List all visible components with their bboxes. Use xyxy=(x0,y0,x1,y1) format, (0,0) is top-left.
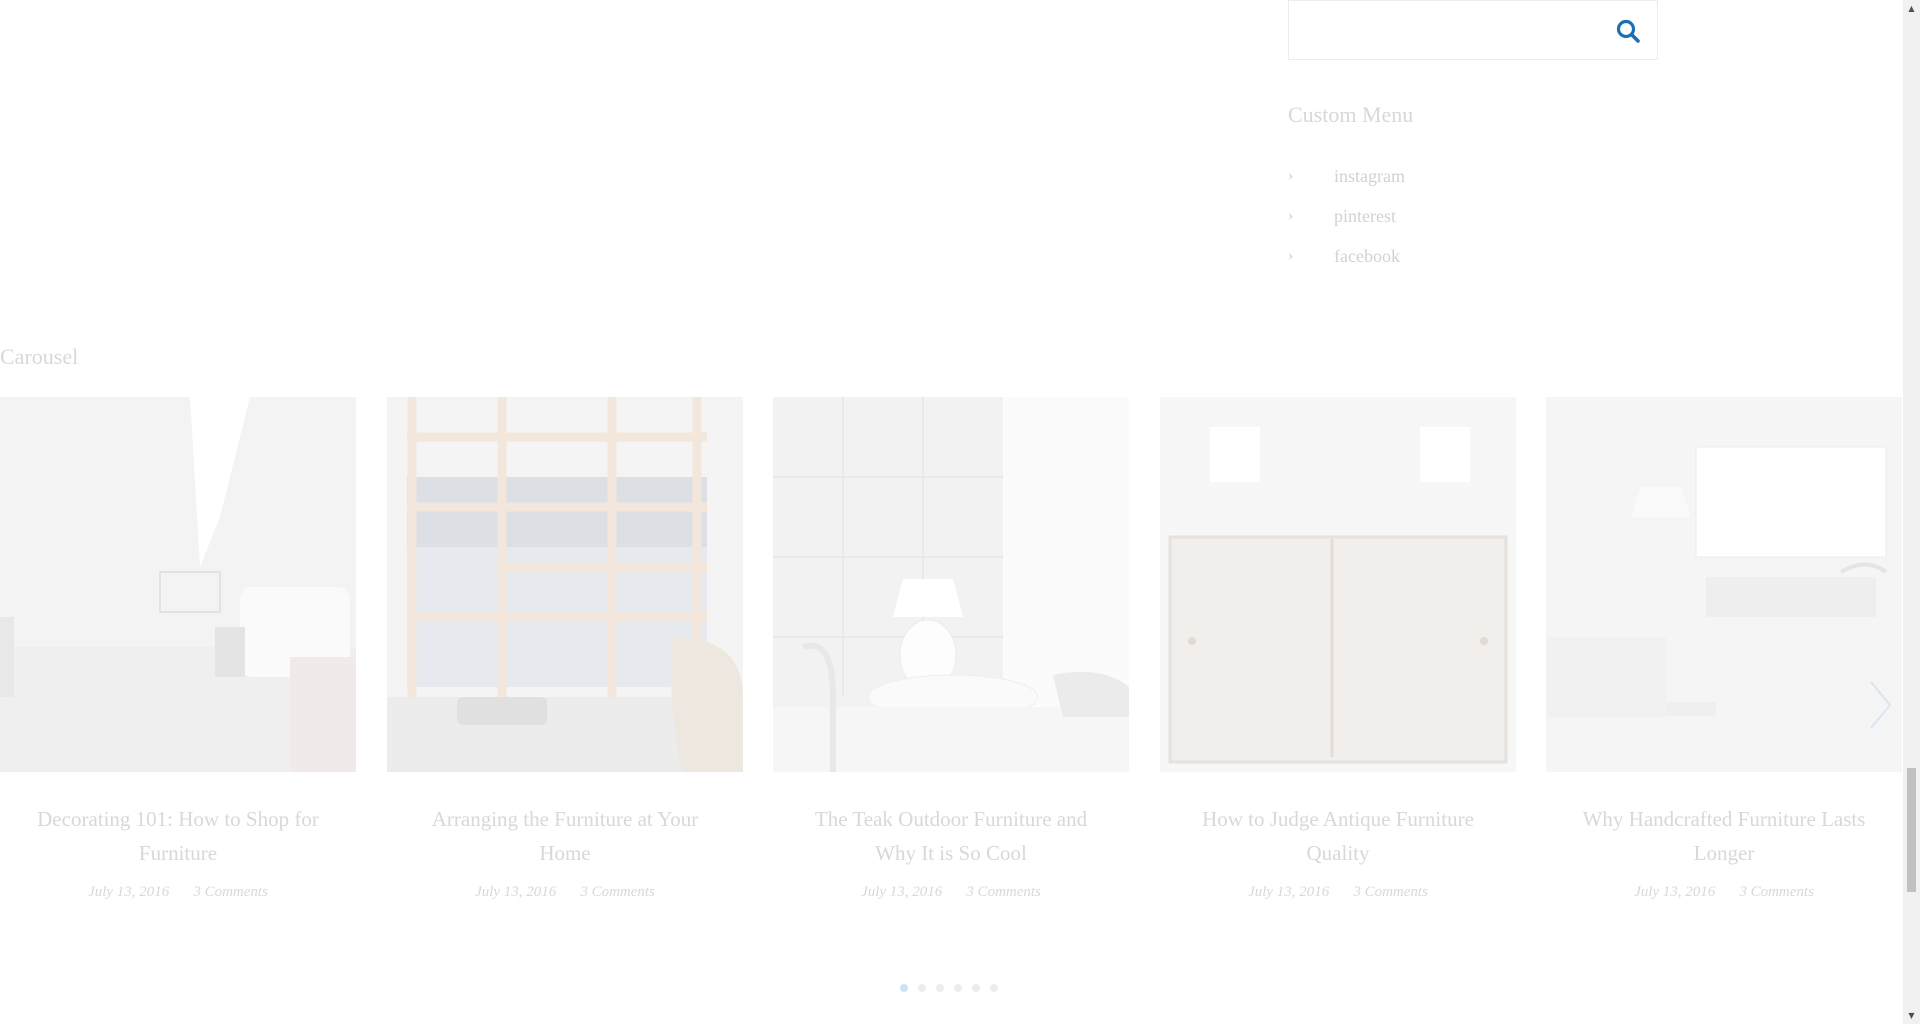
post-image xyxy=(1546,397,1902,772)
post-image xyxy=(0,397,356,772)
post-comments[interactable]: 3 Comments xyxy=(1739,884,1814,900)
carousel-card: How to Judge Antique Furniture Quality J… xyxy=(1160,397,1516,901)
chevron-right-icon: › xyxy=(1288,247,1294,264)
post-image xyxy=(387,397,743,772)
chevron-right-icon: › xyxy=(1288,167,1294,184)
post-date[interactable]: July 13, 2016 xyxy=(1634,884,1715,900)
menu-item-pinterest[interactable]: › pinterest xyxy=(1288,196,1405,236)
vertical-scrollbar[interactable]: ▲ ▼ xyxy=(1903,0,1920,1024)
search-icon xyxy=(1616,19,1640,43)
search-input[interactable] xyxy=(1289,1,1589,59)
page: Custom Menu › instagram › pinterest › fa… xyxy=(0,0,1903,1024)
carousel-card: Arranging the Furniture at Your Home Jul… xyxy=(387,397,743,901)
post-date[interactable]: July 13, 2016 xyxy=(475,884,556,900)
post-title[interactable]: The Teak Outdoor Furniture and Why It is… xyxy=(773,802,1129,870)
post-comments[interactable]: 3 Comments xyxy=(580,884,655,900)
post-thumbnail[interactable] xyxy=(387,397,743,772)
scrollbar-thumb[interactable] xyxy=(1907,768,1916,892)
search-button[interactable] xyxy=(1615,18,1641,44)
post-image xyxy=(773,397,1129,772)
post-thumbnail[interactable] xyxy=(0,397,356,772)
search-form xyxy=(1288,0,1658,60)
post-date[interactable]: July 13, 2016 xyxy=(861,884,942,900)
post-thumbnail[interactable] xyxy=(773,397,1129,772)
post-date[interactable]: July 13, 2016 xyxy=(1248,884,1329,900)
pagination-dot[interactable] xyxy=(900,984,908,992)
scroll-down-arrow-icon[interactable]: ▼ xyxy=(1903,1007,1920,1024)
post-comments[interactable]: 3 Comments xyxy=(1353,884,1428,900)
pagination-dot[interactable] xyxy=(972,984,980,992)
menu-item-label: instagram xyxy=(1334,165,1405,186)
post-title[interactable]: How to Judge Antique Furniture Quality xyxy=(1160,802,1516,870)
custom-menu-list: › instagram › pinterest › facebook xyxy=(1288,156,1405,276)
post-comments[interactable]: 3 Comments xyxy=(966,884,1041,900)
carousel-pagination xyxy=(900,984,998,992)
scroll-up-arrow-icon[interactable]: ▲ xyxy=(1903,0,1920,17)
menu-item-label: facebook xyxy=(1334,245,1400,266)
menu-item-instagram[interactable]: › instagram xyxy=(1288,156,1405,196)
carousel-next-button[interactable] xyxy=(1868,680,1892,730)
carousel-card: The Teak Outdoor Furniture and Why It is… xyxy=(773,397,1129,901)
carousel-title: Carousel xyxy=(0,344,79,369)
carousel-card: Decorating 101: How to Shop for Furnitur… xyxy=(0,397,356,901)
post-title[interactable]: Arranging the Furniture at Your Home xyxy=(387,802,743,870)
post-thumbnail[interactable] xyxy=(1160,397,1516,772)
pagination-dot[interactable] xyxy=(918,984,926,992)
post-meta: July 13, 2016 3 Comments xyxy=(1546,884,1902,901)
post-thumbnail[interactable] xyxy=(1546,397,1902,772)
post-date[interactable]: July 13, 2016 xyxy=(88,884,169,900)
post-meta: July 13, 2016 3 Comments xyxy=(773,884,1129,901)
post-meta: July 13, 2016 3 Comments xyxy=(1160,884,1516,901)
post-comments[interactable]: 3 Comments xyxy=(193,884,268,900)
chevron-right-icon xyxy=(1870,681,1892,729)
post-meta: July 13, 2016 3 Comments xyxy=(0,884,356,901)
post-title[interactable]: Decorating 101: How to Shop for Furnitur… xyxy=(0,802,356,870)
post-meta: July 13, 2016 3 Comments xyxy=(387,884,743,901)
pagination-dot[interactable] xyxy=(990,984,998,992)
post-image xyxy=(1160,397,1516,772)
pagination-dot[interactable] xyxy=(954,984,962,992)
post-title[interactable]: Why Handcrafted Furniture Lasts Longer xyxy=(1546,802,1902,870)
custom-menu-title: Custom Menu xyxy=(1288,102,1414,127)
carousel-card: Why Handcrafted Furniture Lasts Longer J… xyxy=(1546,397,1902,901)
menu-item-label: pinterest xyxy=(1334,205,1396,226)
chevron-right-icon: › xyxy=(1288,207,1294,224)
menu-item-facebook[interactable]: › facebook xyxy=(1288,236,1405,276)
pagination-dot[interactable] xyxy=(936,984,944,992)
